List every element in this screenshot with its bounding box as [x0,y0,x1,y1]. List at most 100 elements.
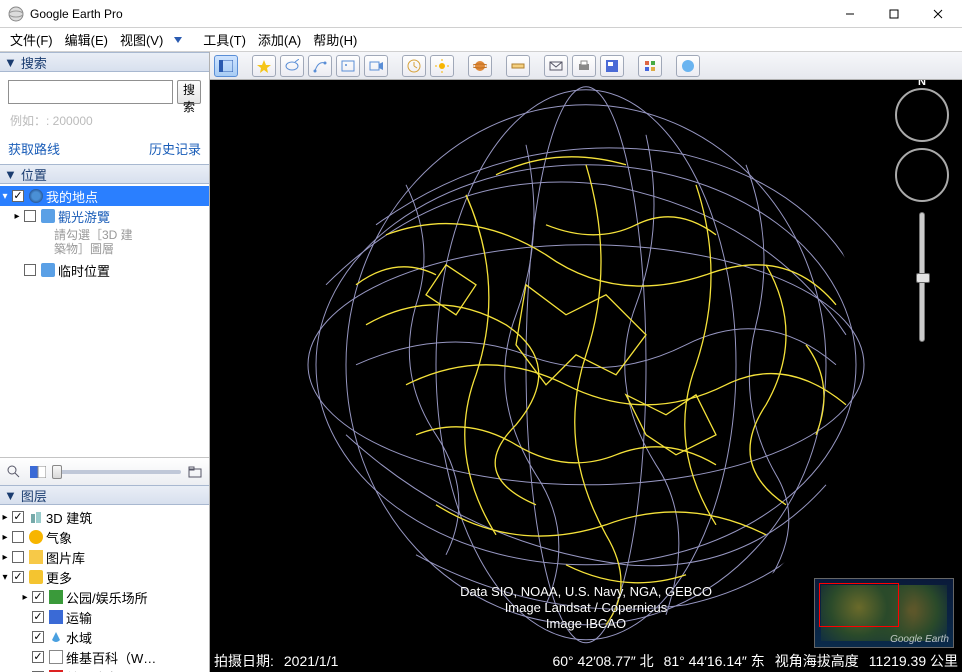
chevron-right-icon[interactable]: ▸ [0,552,10,563]
search-hint: 例如：: 200000 [8,110,201,135]
compass-control[interactable]: N [895,88,949,142]
globe-wireframe [266,85,906,645]
layer-water[interactable]: 水域 [0,627,209,647]
places-panel-title: 位置 [21,165,47,184]
menubar: 文件(F) 编辑(E) 视图(V) 工具(T) 添加(A) 帮助(H) [0,28,962,52]
tree-sightseeing[interactable]: ▸ 觀光游覽 [0,206,209,226]
tool-historical-imagery[interactable] [402,55,426,77]
node-label: 美国政府 [66,668,118,672]
tool-email[interactable] [544,55,568,77]
tool-save-image[interactable] [600,55,624,77]
places-tools [0,457,209,485]
chevron-down-icon[interactable]: ▾ [0,572,10,583]
node-label: 运输 [66,608,92,627]
checkbox[interactable] [32,651,44,663]
status-eye-label: 视角海拔高度 [775,651,859,671]
tool-ruler[interactable] [506,55,530,77]
tool-polygon[interactable] [280,55,304,77]
menu-edit[interactable]: 编辑(E) [59,28,114,51]
layer-more[interactable]: ▾ 更多 [0,567,209,587]
menu-view[interactable]: 视图(V) [114,28,169,51]
tool-sidebar-toggle[interactable] [214,55,238,77]
directions-link[interactable]: 获取路线 [8,139,60,158]
layer-transport[interactable]: 运输 [0,607,209,627]
checkbox[interactable] [12,190,24,202]
checkbox[interactable] [12,551,24,563]
layer-3d-buildings[interactable]: ▸ 3D 建筑 [0,507,209,527]
layer-us-gov[interactable]: ▸ 美国政府 [0,667,209,672]
navigation-controls: N [892,88,952,342]
menu-tools[interactable]: 工具(T) [197,28,252,51]
chevron-right-icon[interactable]: ▸ [0,512,10,523]
imagery-attribution: Data SIO, NOAA, U.S. Navy, NGA, GEBCO Im… [460,584,712,632]
search-input[interactable] [8,80,173,104]
search-panel-header[interactable]: ▼ 搜索 [0,52,209,72]
layer-wikipedia[interactable]: 维基百科（W… [0,647,209,667]
map-viewport[interactable]: N Data SIO, NOAA, U.S. Navy, NGA, GEBCO … [210,80,962,672]
look-control[interactable] [895,148,949,202]
folder-icon [41,263,55,277]
status-bar: 拍摄日期: 2021/1/1 60° 42′08.77″ 北 81° 44′16… [210,650,962,672]
status-lon: 81° 44′16.14″ 东 [664,651,765,671]
layer-gallery[interactable]: ▸ 图片库 [0,547,209,567]
tool-sign-in[interactable] [676,55,700,77]
folder-icon[interactable] [185,463,205,481]
checkbox[interactable] [32,611,44,623]
tool-print[interactable] [572,55,596,77]
transport-icon [49,610,63,624]
search-button[interactable]: 搜索 [177,80,201,104]
search-panel-title: 搜索 [21,53,47,72]
checkbox[interactable] [24,210,36,222]
chevron-down-icon[interactable]: ▾ [0,191,10,202]
places-panel-header[interactable]: ▼ 位置 [0,164,209,184]
tool-image-overlay[interactable] [336,55,360,77]
checkbox[interactable] [12,511,24,523]
layers-panel-title: 图层 [21,486,47,505]
tree-my-places[interactable]: ▾ 我的地点 [0,186,209,206]
opacity-toggle-icon[interactable] [28,463,48,481]
node-label: 维基百科（W… [66,648,156,667]
tool-planet[interactable] [468,55,492,77]
wikipedia-icon [49,650,63,664]
menu-file[interactable]: 文件(F) [4,28,59,51]
checkbox[interactable] [32,591,44,603]
layers-tree: ▸ 3D 建筑 ▸ 气象 ▸ 图片库 ▾ 更多 [0,505,209,672]
history-link[interactable]: 历史记录 [149,139,201,158]
minimize-button[interactable] [828,0,872,28]
tool-path[interactable] [308,55,332,77]
layers-panel-header[interactable]: ▼ 图层 [0,485,209,505]
buildings-icon [29,510,43,524]
node-label: 觀光游覽 [58,207,110,226]
app-title: Google Earth Pro [30,7,828,21]
titlebar: Google Earth Pro [0,0,962,28]
search-icon[interactable] [4,463,24,481]
overview-map[interactable]: Google Earth [814,578,954,648]
tool-sunlight[interactable] [430,55,454,77]
close-button[interactable] [916,0,960,28]
status-eye-alt: 11219.39 公里 [869,651,958,671]
compass-north-label: N [918,80,926,88]
status-date-label: 拍摄日期: [214,651,274,671]
node-label: 图片库 [46,548,85,567]
opacity-slider[interactable] [52,470,181,474]
chevron-right-icon[interactable]: ▸ [12,211,22,222]
chevron-down-icon: ▼ [4,488,17,503]
menu-help[interactable]: 帮助(H) [307,28,363,51]
zoom-slider[interactable] [919,212,925,342]
tree-temp-places[interactable]: 临时位置 [0,260,209,280]
checkbox[interactable] [32,631,44,643]
tool-placemark[interactable] [252,55,276,77]
checkbox[interactable] [12,571,24,583]
chevron-right-icon[interactable]: ▸ [0,532,10,543]
layer-parks[interactable]: ▸ 公园/娱乐场所 [0,587,209,607]
tool-view-maps[interactable] [638,55,662,77]
chevron-down-icon[interactable] [173,35,183,45]
checkbox[interactable] [24,264,36,276]
chevron-right-icon[interactable]: ▸ [20,592,30,603]
layer-weather[interactable]: ▸ 气象 [0,527,209,547]
tool-record-tour[interactable] [364,55,388,77]
maximize-button[interactable] [872,0,916,28]
checkbox[interactable] [12,531,24,543]
chevron-down-icon: ▼ [4,167,17,182]
menu-add[interactable]: 添加(A) [252,28,307,51]
